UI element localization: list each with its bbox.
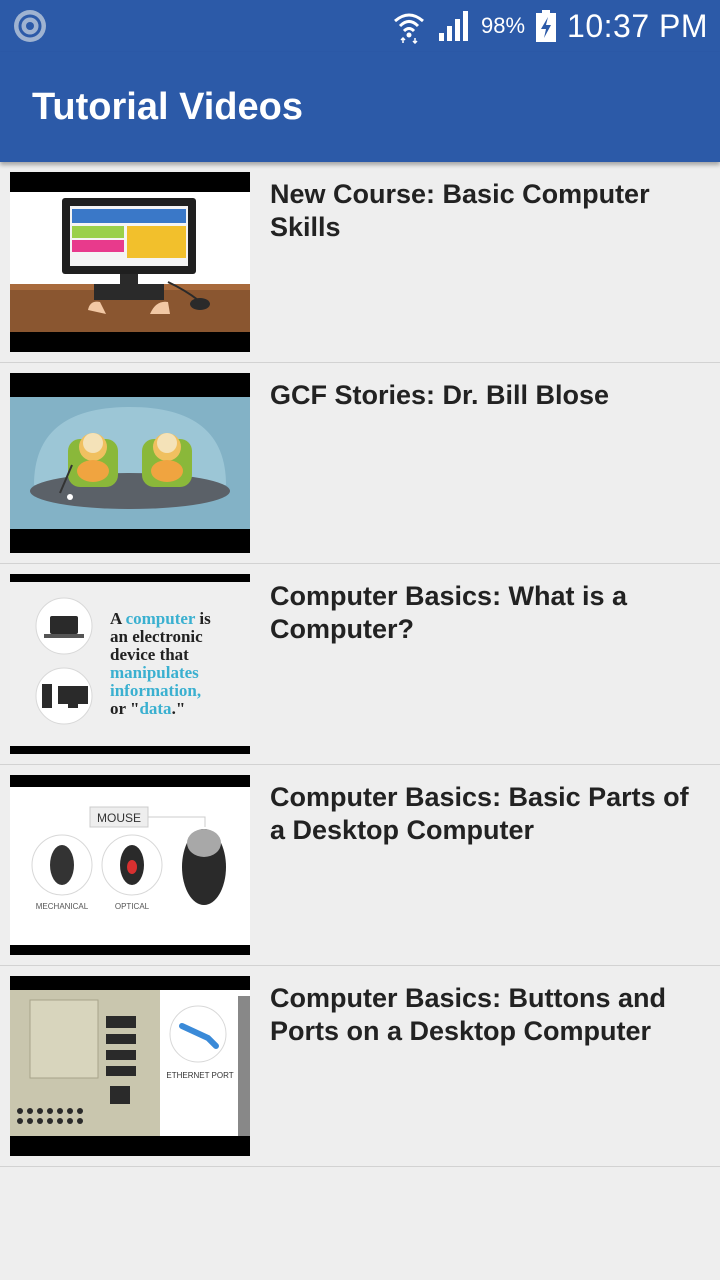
computer-definition-slide: A computer is an electronic device that … bbox=[10, 582, 250, 746]
cartoon-armchairs-illustration bbox=[10, 397, 250, 529]
signal-icon bbox=[438, 11, 468, 41]
video-list: New Course: Basic Computer Skills GCF St… bbox=[0, 162, 720, 1167]
slide-text-6c: ." bbox=[172, 699, 186, 718]
slide-text-2: an electronic bbox=[110, 627, 203, 646]
mouse-heading: MOUSE bbox=[97, 811, 141, 825]
video-thumbnail[interactable] bbox=[10, 172, 250, 352]
video-thumbnail[interactable] bbox=[10, 373, 250, 553]
video-list-item[interactable]: New Course: Basic Computer Skills bbox=[0, 162, 720, 363]
wifi-icon bbox=[394, 13, 424, 44]
slide-text-6b: data bbox=[139, 699, 172, 718]
mechanical-label: MECHANICAL bbox=[36, 902, 89, 911]
video-thumbnail[interactable]: MOUSE MECHANICAL OPTICAL bbox=[10, 775, 250, 955]
svg-text:or "data.": or "data." bbox=[110, 699, 185, 718]
slide-text-4: manipulates bbox=[110, 663, 199, 682]
optical-label: OPTICAL bbox=[115, 902, 150, 911]
computer-desk-illustration bbox=[10, 192, 250, 332]
video-list-item[interactable]: GCF Stories: Dr. Bill Blose bbox=[0, 363, 720, 564]
ethernet-port-label: ETHERNET PORT bbox=[166, 1071, 233, 1080]
video-list-item[interactable]: A computer is an electronic device that … bbox=[0, 564, 720, 765]
page-title: Tutorial Videos bbox=[32, 86, 303, 128]
svg-text:A computer is: A computer is bbox=[110, 609, 211, 628]
app-bar: Tutorial Videos bbox=[0, 52, 720, 162]
video-title[interactable]: GCF Stories: Dr. Bill Blose bbox=[270, 379, 710, 412]
status-time: 10:37 PM bbox=[567, 7, 708, 44]
video-list-item[interactable]: MOUSE MECHANICAL OPTICAL Computer Basics… bbox=[0, 765, 720, 966]
video-title[interactable]: Computer Basics: Buttons and Ports on a … bbox=[270, 982, 710, 1048]
slide-text-1a: A bbox=[110, 609, 126, 628]
slide-text-3: device that bbox=[110, 645, 189, 664]
battery-charging-icon bbox=[536, 10, 557, 42]
camera-notification-icon bbox=[14, 10, 46, 42]
desktop-ports-slide: ETHERNET PORT bbox=[10, 990, 250, 1136]
video-title[interactable]: Computer Basics: What is a Computer? bbox=[270, 580, 710, 646]
status-bar: 98% 10:37 PM bbox=[0, 0, 720, 52]
slide-text-6a: or " bbox=[110, 699, 139, 718]
battery-percentage: 98% bbox=[480, 13, 526, 38]
video-title[interactable]: New Course: Basic Computer Skills bbox=[270, 178, 710, 244]
mouse-types-slide: MOUSE MECHANICAL OPTICAL bbox=[10, 787, 250, 945]
video-list-item[interactable]: ETHERNET PORT Computer Basics: Buttons a… bbox=[0, 966, 720, 1167]
slide-text-5: information, bbox=[110, 681, 201, 700]
video-thumbnail[interactable]: A computer is an electronic device that … bbox=[10, 574, 250, 754]
video-thumbnail[interactable]: ETHERNET PORT bbox=[10, 976, 250, 1156]
slide-text-1c: is bbox=[195, 609, 211, 628]
video-title[interactable]: Computer Basics: Basic Parts of a Deskto… bbox=[270, 781, 710, 847]
slide-text-1b: computer bbox=[126, 609, 196, 628]
